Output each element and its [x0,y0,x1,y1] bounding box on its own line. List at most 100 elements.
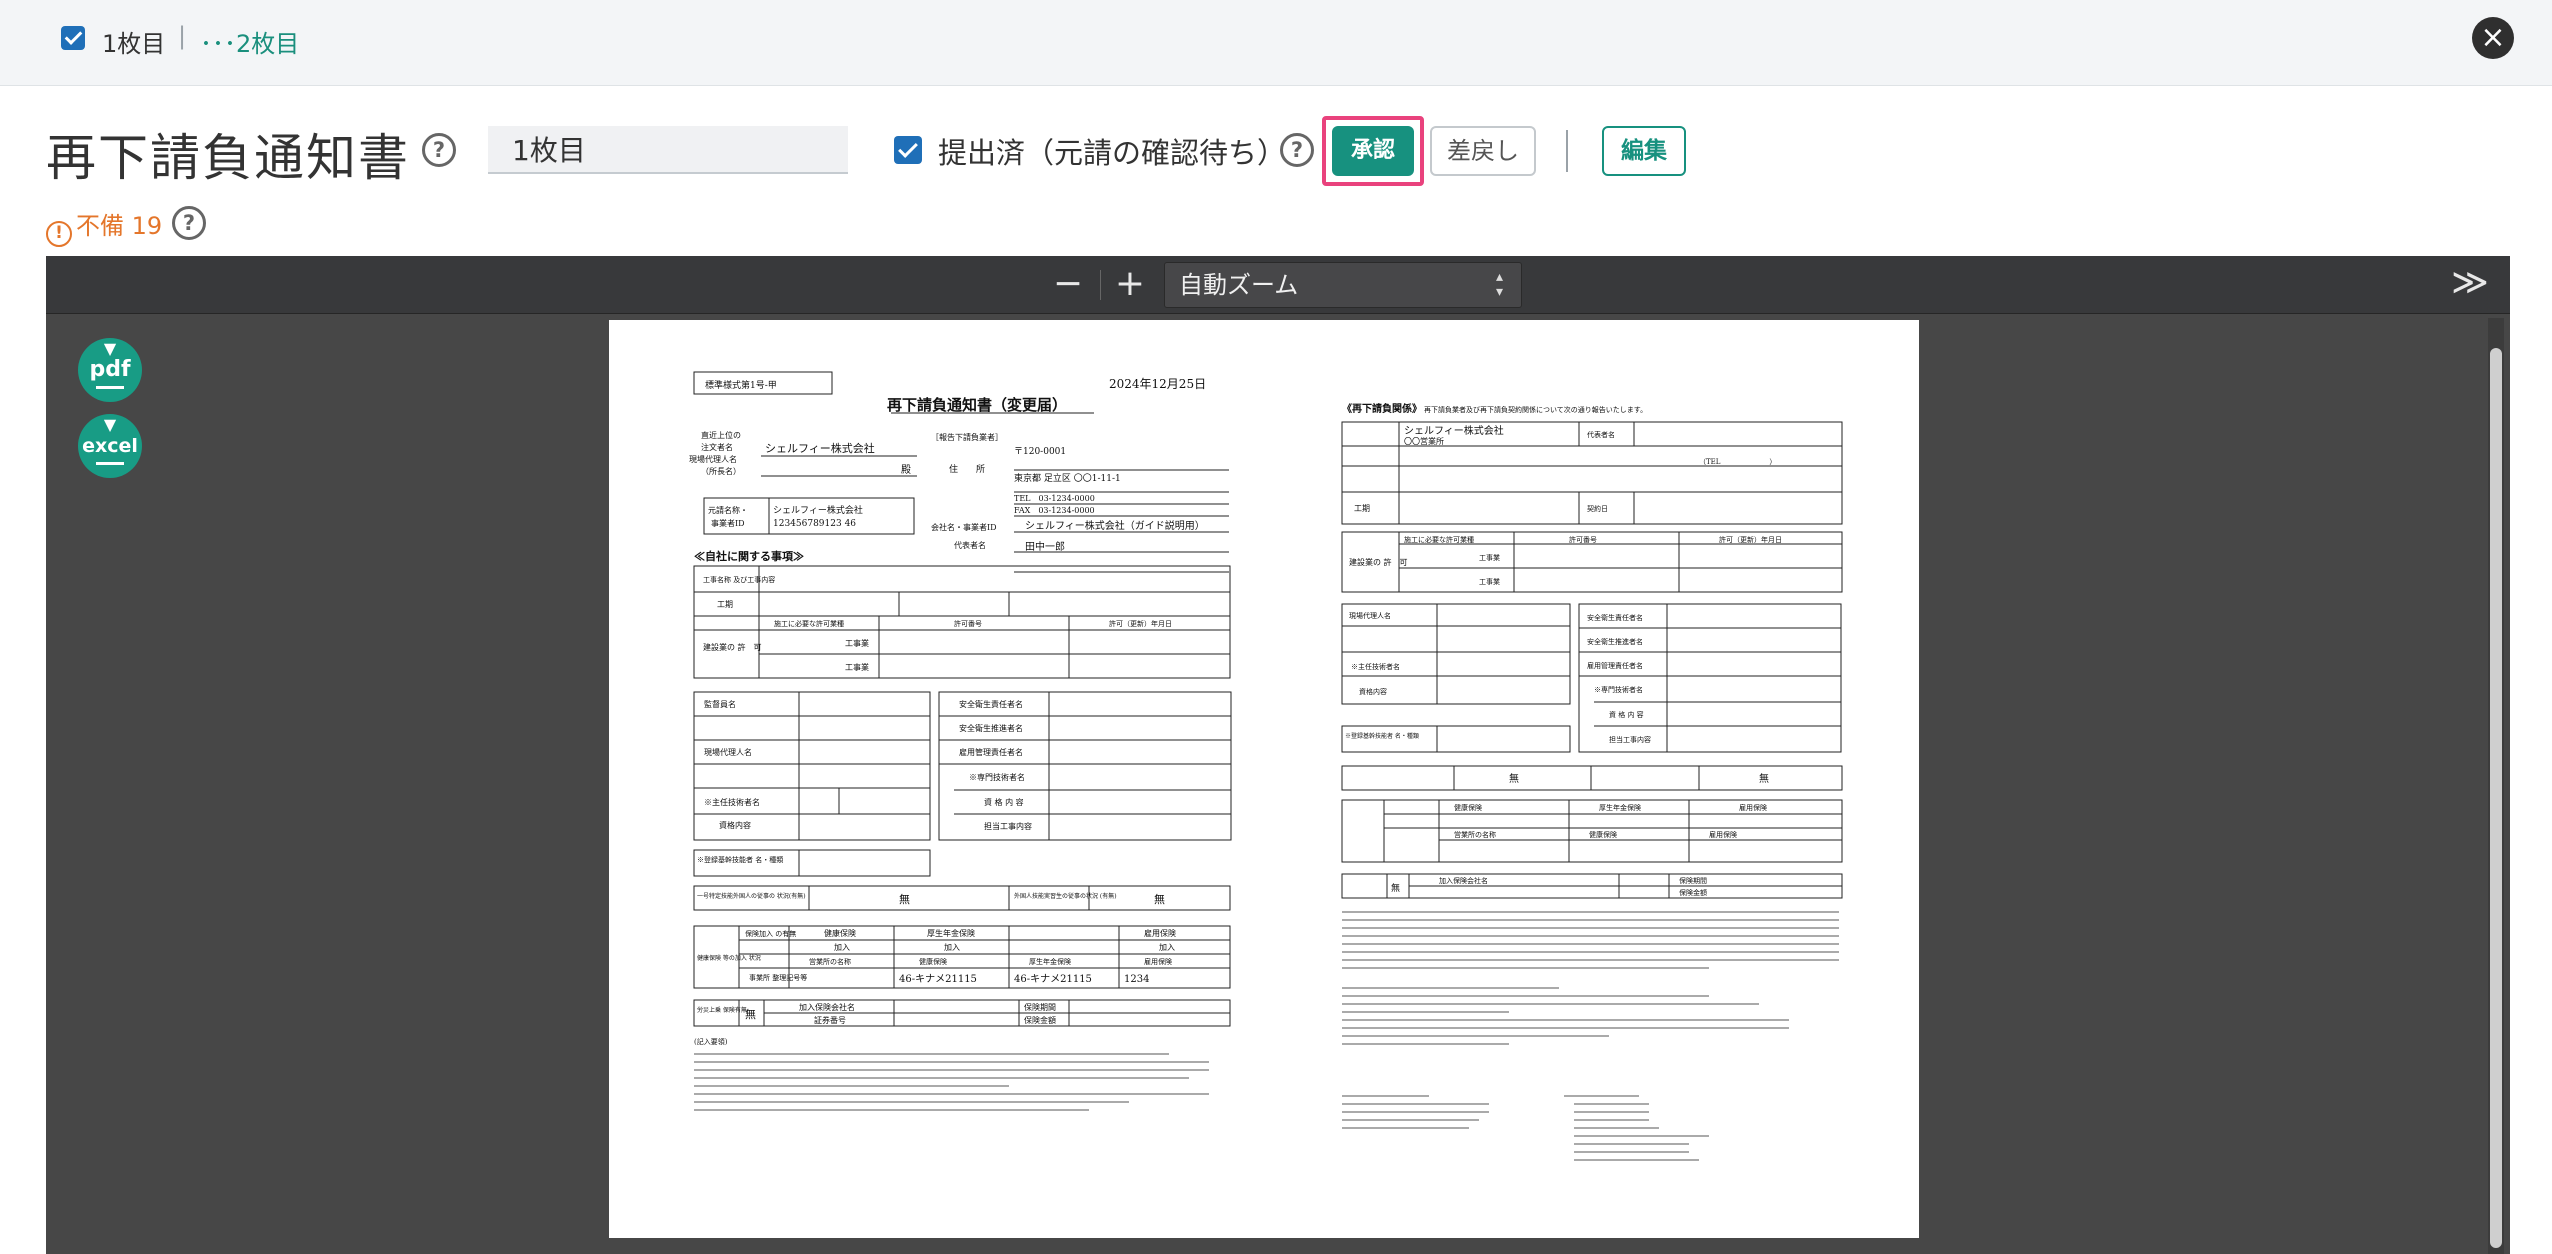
svg-text:雇用保険: 雇用保険 [1144,957,1172,966]
svg-text:無: 無 [1759,772,1769,785]
viewer-toolbar: − + 自動ズーム ▴ ▾ ≫ [46,256,2510,314]
svg-text:営業所の名称: 営業所の名称 [1454,830,1496,839]
download-arrow-icon: ▼ [103,339,117,358]
svg-text:許可番号: 許可番号 [954,619,982,628]
svg-text:外国人技能実習生の従事の状況 (有無): 外国人技能実習生の従事の状況 (有無) [1014,892,1117,900]
svg-text:シェルフィー株式会社: シェルフィー株式会社 [765,441,875,455]
svg-text:厚生年金保険: 厚生年金保険 [927,928,975,938]
svg-text:代表者名: 代表者名 [1587,430,1615,439]
document-drawing: 標準様式第1号-甲 2024年12月25日 再下請負通知書（変更届） 直近上位の… [689,371,1843,1161]
svg-text:工事業: 工事業 [845,638,869,648]
svg-text:工期: 工期 [1354,504,1370,513]
warning-icon: ! [46,221,72,247]
svg-text:安全衛生責任者名: 安全衛生責任者名 [959,699,1023,709]
submitted-checkbox[interactable] [894,136,922,164]
svg-text:殿: 殿 [901,464,911,476]
svg-text:厚生年金保険: 厚生年金保険 [1599,803,1641,812]
select-arrows-icon: ▴ ▾ [1495,269,1503,300]
edit-button[interactable]: 編集 [1602,126,1686,176]
svg-text:工期: 工期 [717,600,733,609]
sheet1-label[interactable]: 1枚目 [102,24,165,59]
svg-text:健康保険 等の加入 状況: 健康保険 等の加入 状況 [697,954,761,962]
svg-text:FAX 03-1234-0000: FAX 03-1234-0000 [1014,506,1095,515]
sheet-name-input[interactable] [488,126,848,174]
svg-text:工事業: 工事業 [1479,577,1500,586]
page-title: 再下請負通知書 [46,129,410,187]
reject-button[interactable]: 差戻し [1430,126,1536,176]
pdf-page: 標準様式第1号-甲 2024年12月25日 再下請負通知書（変更届） 直近上位の… [609,320,1919,1238]
svg-text:住 所: 住 所 [949,463,985,475]
svg-text:雇用保険: 雇用保険 [1739,803,1767,812]
title-help-icon[interactable]: ? [422,133,456,167]
svg-text:※専門技術者名: ※専門技術者名 [969,772,1025,782]
svg-text:※主任技術者名: ※主任技術者名 [704,797,760,807]
svg-text:元請名称・: 元請名称・ [708,505,748,515]
svg-text:厚生年金保険: 厚生年金保険 [1029,957,1071,966]
svg-text:シェルフィー株式会社（ガイド説明用）: シェルフィー株式会社（ガイド説明用） [1025,519,1205,532]
viewer-scrollbar[interactable] [2488,318,2504,1254]
sheet2-link[interactable]: ･･･2枚目 [200,24,299,59]
svg-text:健康保険: 健康保険 [919,957,947,966]
svg-text:資 格 内 容: 資 格 内 容 [984,797,1024,807]
svg-text:（所長名）: （所長名） [701,466,741,476]
svg-text:※登録基幹技能者 名・種類: ※登録基幹技能者 名・種類 [1345,732,1419,740]
svg-text:雇用保険: 雇用保険 [1709,830,1737,839]
zoom-in-button[interactable]: + [1110,264,1150,304]
defect-count[interactable]: ! 不備 19 [46,206,162,247]
defect-help-icon[interactable]: ? [172,206,206,240]
svg-text:無: 無 [1154,892,1165,906]
status-help-icon[interactable]: ? [1280,133,1314,167]
approve-button[interactable]: 承認 [1332,126,1414,176]
svg-text:工事名称 及び工事内容: 工事名称 及び工事内容 [703,575,775,584]
svg-text:〒120-0001: 〒120-0001 [1014,447,1066,457]
zoom-select[interactable]: 自動ズーム ▴ ▾ [1164,262,1522,308]
excel-download-button[interactable]: ▼ excel [78,414,142,478]
svg-text:≪自社に関する事項≫: ≪自社に関する事項≫ [694,549,804,563]
sidebar-toggle-icon[interactable]: ≫ [2448,262,2492,306]
svg-text:雇用管理責任者名: 雇用管理責任者名 [959,747,1023,757]
svg-text:田中一郎: 田中一郎 [1025,540,1065,553]
doc-date: 2024年12月25日 [1109,377,1206,391]
defect-label: 不備 19 [76,212,163,240]
svg-text:TEL 03-1234-0000: TEL 03-1234-0000 [1014,494,1095,503]
svg-text:※登録基幹技能者 名・種類: ※登録基幹技能者 名・種類 [697,855,783,864]
svg-text:工事業: 工事業 [1479,553,1500,562]
zoom-value: 自動ズーム [1179,271,1299,299]
svg-text:許可番号: 許可番号 [1569,535,1597,544]
svg-text:許可（更新）年月日: 許可（更新）年月日 [1109,619,1172,628]
svg-text:(記入要領): (記入要領) [694,1037,728,1046]
zoom-out-button[interactable]: − [1048,264,1088,304]
pdf-download-button[interactable]: ▼ pdf [78,338,142,402]
svg-text:雇用管理責任者名: 雇用管理責任者名 [1587,661,1643,670]
svg-text:健康保険: 健康保険 [1589,830,1617,839]
scroll-thumb[interactable] [2490,348,2502,1248]
svg-text:事業者ID: 事業者ID [711,518,745,528]
svg-text:許可（更新）年月日: 許可（更新）年月日 [1719,535,1782,544]
svg-text:保険金額: 保険金額 [1679,888,1707,897]
download-arrow-icon: ▼ [103,415,117,434]
svg-text:加入: 加入 [944,942,960,952]
sheet1-checkbox[interactable] [61,26,85,50]
svg-text:保険加入 の有無: 保険加入 の有無 [745,929,796,938]
svg-text:監督員名: 監督員名 [704,699,736,709]
svg-text:健康保険: 健康保険 [1454,803,1482,812]
zoom-separator [1100,270,1101,300]
svg-text:保険期間: 保険期間 [1679,876,1707,885]
svg-text:会社名・事業者ID: 会社名・事業者ID [931,522,997,532]
svg-text:担当工事内容: 担当工事内容 [984,821,1032,831]
svg-text:〇〇営業所: 〇〇営業所 [1404,436,1444,446]
svg-text:シェルフィー株式会社: シェルフィー株式会社 [1404,424,1504,437]
svg-text:一号特定技能外国人の従事の 状況(有無): 一号特定技能外国人の従事の 状況(有無) [697,892,806,900]
svg-text:施工に必要な許可業種: 施工に必要な許可業種 [1404,535,1474,544]
sheet-tab-bar: 1枚目 | ･･･2枚目 × [0,0,2552,86]
svg-text:安全衛生推進者名: 安全衛生推進者名 [1587,637,1643,646]
excel-label: excel [82,435,138,457]
tab-separator: | [178,22,187,50]
svg-text:（TEL ）: （TEL ） [1699,458,1776,466]
svg-text:資格内容: 資格内容 [1359,687,1387,696]
close-icon[interactable]: × [2472,17,2514,59]
svg-text:証券番号: 証券番号 [814,1015,846,1025]
svg-text:事業所 整理記号等: 事業所 整理記号等 [749,973,807,982]
svg-text:施工に必要な許可業種: 施工に必要な許可業種 [774,619,844,628]
svg-text:加入: 加入 [834,942,850,952]
